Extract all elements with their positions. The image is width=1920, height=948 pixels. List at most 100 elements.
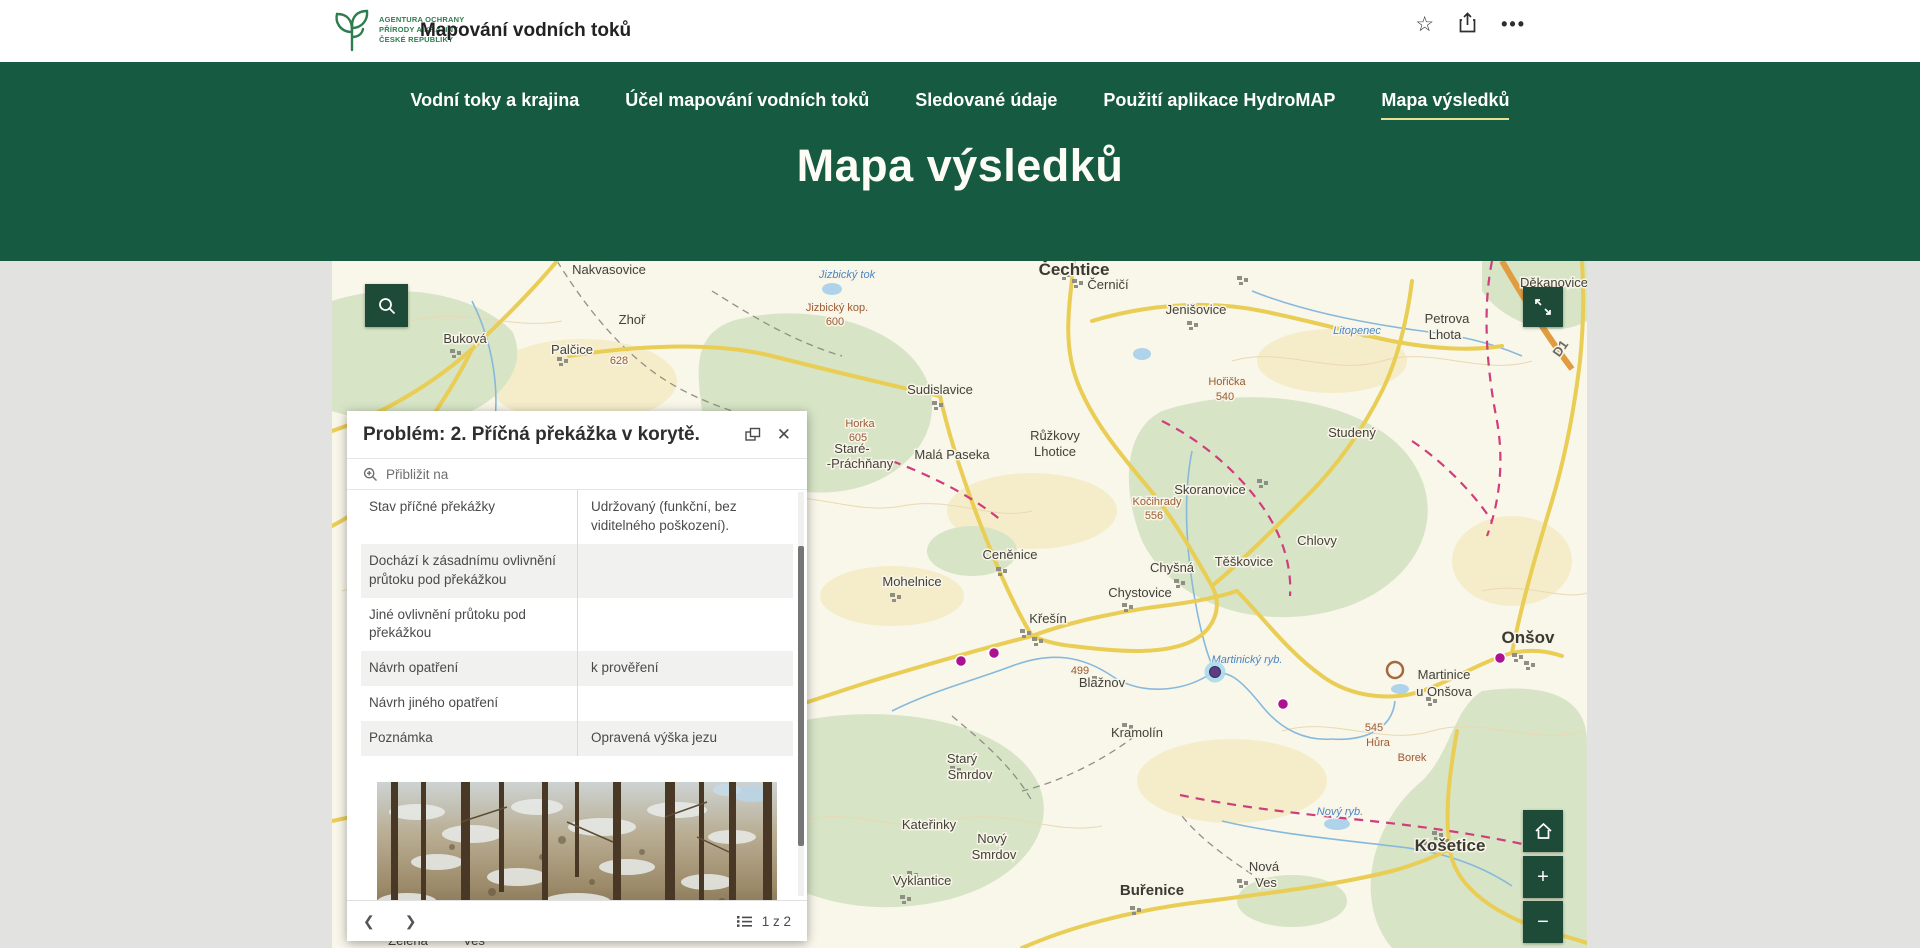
map-label: Kateřinky (902, 817, 957, 832)
attribute-value: k prověření (578, 651, 793, 686)
map-marker[interactable] (1278, 699, 1289, 710)
map-home-button[interactable] (1523, 810, 1563, 852)
header-actions: ☆ ••• (1415, 12, 1526, 37)
attribute-row: Jiné ovlivnění průtoku pod překážkou (361, 598, 793, 652)
map-label: Blažnov (1079, 675, 1126, 690)
map-label: Černičí (1087, 277, 1129, 292)
previous-feature-icon[interactable]: ❮ (363, 913, 375, 930)
zoom-to-action[interactable]: Přibližit na (347, 458, 807, 490)
map-label: Ceněnice (983, 547, 1038, 562)
app-header: AGENTURA OCHRANY PŘÍRODY A KRAJINY ČESKÉ… (0, 0, 1920, 62)
map-marker[interactable] (956, 656, 967, 667)
map-label: Jenišovice (1166, 302, 1227, 317)
map-label: Nový (977, 831, 1007, 846)
map-label: Horka (845, 418, 875, 430)
hero-band: Vodní toky a krajina Účel mapování vodníc… (0, 62, 1920, 261)
map-label: Kramolín (1111, 725, 1163, 740)
map-label: Mohelnice (882, 574, 941, 589)
map-label: Chystovice (1108, 585, 1172, 600)
map-label: Starý (947, 751, 978, 766)
nav-item-sledovan-daje[interactable]: Sledované údaje (915, 90, 1057, 120)
map-marker[interactable] (1495, 653, 1506, 664)
attribute-row: Návrh jiného opatření (361, 686, 793, 721)
map-label: Košetice (1415, 836, 1486, 855)
map-zoom-in-button[interactable]: + (1523, 856, 1563, 898)
popup-footer: ❮ ❯ 1 z 2 (347, 900, 807, 941)
favorite-star-icon[interactable]: ☆ (1415, 14, 1434, 35)
attribute-row: Stav příčné překážkyUdržovaný (funkční, … (361, 490, 793, 544)
map-label: Růžkovy (1030, 428, 1080, 443)
attribute-label: Návrh opatření (361, 651, 578, 686)
attribute-table: Stav příčné překážkyUdržovaný (funkční, … (361, 490, 793, 756)
map-label: Buková (443, 331, 487, 346)
attribute-label: Poznámka (361, 721, 578, 756)
map-label: -Práchňany (827, 456, 894, 471)
map-label: Zhoř (619, 312, 646, 327)
map-label: Nová (1249, 859, 1280, 874)
map-label: 545 (1365, 722, 1383, 734)
map-label: Nakvasovice (572, 262, 646, 277)
map-label: Chyšná (1150, 560, 1195, 575)
map-label: Studený (1328, 425, 1376, 440)
attribute-label: Dochází k zásadnímu ovlivnění průtoku po… (361, 544, 578, 598)
feature-list-icon[interactable] (737, 915, 752, 928)
attribute-label: Jiné ovlivnění průtoku pod překážkou (361, 598, 578, 652)
page-title: Mapa výsledků (0, 140, 1920, 192)
map-label: Malá Paseka (914, 447, 990, 462)
dock-popup-icon[interactable] (745, 427, 761, 442)
home-icon (1534, 822, 1553, 840)
photo-winter-weir (377, 782, 777, 900)
share-icon[interactable] (1458, 12, 1477, 37)
map-label: Kočihrady (1133, 496, 1182, 508)
nav-item-mapa-v-sledk-[interactable]: Mapa výsledků (1381, 90, 1509, 120)
map-label: Ves (1255, 875, 1277, 890)
map-label: u Onšova (1416, 684, 1472, 699)
attribute-row: PoznámkaOpravená výška jezu (361, 721, 793, 756)
popup-content[interactable]: Stav příčné překážkyUdržovaný (funkční, … (347, 490, 807, 900)
map-label: Hůra (1366, 737, 1391, 749)
map-label: Onšov (1502, 628, 1555, 647)
next-feature-icon[interactable]: ❯ (405, 913, 417, 930)
map-label: Lhota (1429, 327, 1462, 342)
nav-item--el-mapov-n-vodn-ch-tok-[interactable]: Účel mapování vodních toků (625, 90, 869, 120)
attribute-value (578, 686, 793, 721)
map-label: Jizbický tok (818, 269, 876, 281)
map-label: Martinice (1418, 667, 1471, 682)
map-label: Smrdov (972, 847, 1017, 862)
map-label: Palčice (551, 342, 593, 357)
map-marker-selected[interactable] (1210, 667, 1221, 678)
nav-item-pou-it-aplikace-hydromap[interactable]: Použití aplikace HydroMAP (1103, 90, 1335, 120)
map-label: 556 (1145, 510, 1163, 522)
nav-item-vodn-toky-a-krajina[interactable]: Vodní toky a krajina (411, 90, 580, 120)
map-label: Jizbický kop. (806, 302, 868, 314)
content-area: NakvasoviceČechticeČerničíJenišovicePetr… (0, 261, 1920, 948)
map-label: 600 (826, 316, 844, 328)
attribute-value (578, 544, 793, 598)
map-label: Litopenec (1333, 325, 1381, 337)
popup-scrollbar-thumb[interactable] (798, 546, 804, 846)
attribute-value: Udržovaný (funkční, bez viditelného pošk… (578, 490, 793, 544)
map-label: Těškovice (1215, 554, 1274, 569)
close-popup-icon[interactable]: ✕ (777, 425, 791, 445)
map-label: Chlovy (1297, 533, 1337, 548)
map-expand-button[interactable] (1523, 287, 1563, 327)
attribute-label: Stav příčné překážky (361, 490, 578, 544)
attribute-row: Dochází k zásadnímu ovlivnění průtoku po… (361, 544, 793, 598)
popup-title: Problém: 2. Příčná překážka v korytě. (363, 424, 729, 446)
map-search-button[interactable] (365, 284, 408, 327)
map-label: Petrova (1425, 311, 1471, 326)
attribute-value (578, 598, 793, 652)
map-label: Sudislavice (907, 382, 973, 397)
map-label: Nový ryb. (1317, 806, 1363, 818)
map-label: 628 (610, 355, 628, 367)
map-label: Borek (1398, 752, 1427, 764)
search-icon (377, 296, 397, 316)
more-options-icon[interactable]: ••• (1501, 14, 1526, 35)
map-marker[interactable] (989, 648, 1000, 659)
map-canvas[interactable]: NakvasoviceČechticeČerničíJenišovicePetr… (332, 261, 1587, 948)
map-label: Buřenice (1120, 882, 1184, 899)
expand-icon (1534, 298, 1552, 316)
map-zoom-out-button[interactable]: − (1523, 901, 1563, 943)
attachment-photo[interactable] (377, 782, 777, 900)
attribute-row: Návrh opatřeník prověření (361, 651, 793, 686)
